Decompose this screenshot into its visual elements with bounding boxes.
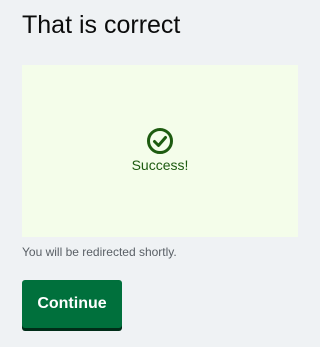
continue-button[interactable]: Continue xyxy=(22,280,122,328)
success-panel: Success! xyxy=(22,65,298,237)
success-message: Success! xyxy=(131,157,189,173)
redirect-note: You will be redirected shortly. xyxy=(22,245,177,259)
page-title: That is correct xyxy=(22,11,181,39)
check-circle-icon xyxy=(147,128,173,154)
